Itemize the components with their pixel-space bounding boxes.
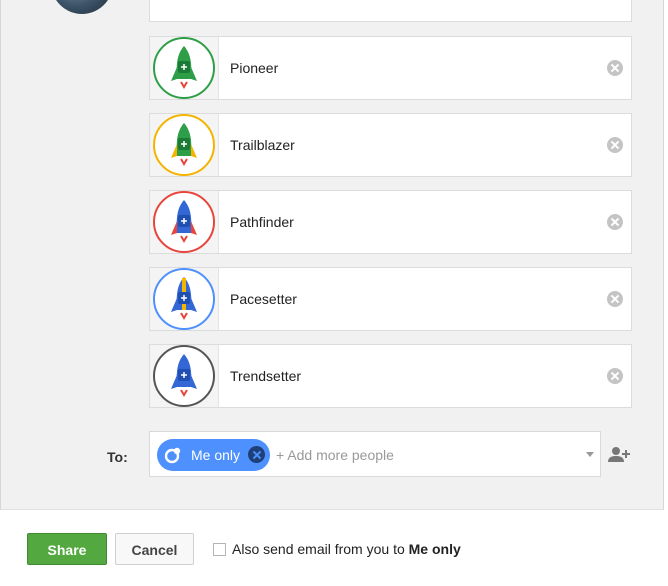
send-email-label: Also send email from you to Me only [232, 541, 461, 557]
to-label: To: [107, 449, 128, 465]
recipients-field[interactable]: Me only + Add more people [149, 431, 601, 477]
remove-icon[interactable] [607, 368, 623, 384]
share-dialog-panel: Pioneer Trailblazer Pathfinder Pacesette… [0, 0, 664, 510]
badge-name: Trailblazer [230, 137, 295, 153]
send-email-target: Me only [408, 541, 461, 557]
badge-row-trailblazer: Trailblazer [149, 113, 632, 177]
remove-icon[interactable] [607, 60, 623, 76]
chip-label: Me only [191, 447, 241, 463]
remove-icon[interactable] [607, 214, 623, 230]
rocket-badge-icon [153, 37, 215, 99]
send-email-prefix: Also send email from you to [232, 541, 405, 557]
chevron-down-icon[interactable] [586, 452, 594, 457]
recipient-chip[interactable]: Me only [157, 439, 270, 471]
rocket-badge-icon [153, 191, 215, 253]
remove-icon[interactable] [607, 291, 623, 307]
circles-icon [164, 447, 181, 464]
badge-thumbnail [150, 268, 219, 330]
add-person-icon[interactable] [608, 445, 630, 465]
badge-thumbnail [150, 37, 219, 99]
badge-name: Pathfinder [230, 214, 294, 230]
badge-row-pathfinder: Pathfinder [149, 190, 632, 254]
add-people-placeholder[interactable]: + Add more people [276, 432, 394, 478]
remove-chip-icon[interactable] [248, 446, 265, 463]
rocket-badge-icon [153, 345, 215, 407]
badge-row-pacesetter: Pacesetter [149, 267, 632, 331]
remove-icon[interactable] [607, 137, 623, 153]
send-email-checkbox[interactable] [213, 543, 226, 556]
share-button[interactable]: Share [27, 533, 107, 565]
badge-name: Trendsetter [230, 368, 302, 384]
rocket-badge-icon [153, 114, 215, 176]
badge-row-trendsetter: Trendsetter [149, 344, 632, 408]
badge-name: Pioneer [230, 60, 279, 76]
badge-thumbnail [150, 114, 219, 176]
cancel-button[interactable]: Cancel [115, 533, 194, 565]
badge-name: Pacesetter [230, 291, 297, 307]
message-box[interactable] [149, 0, 632, 22]
rocket-badge-icon [153, 268, 215, 330]
avatar [51, 0, 113, 14]
badge-thumbnail [150, 345, 219, 407]
badge-thumbnail [150, 191, 219, 253]
badge-row-pioneer: Pioneer [149, 36, 632, 100]
